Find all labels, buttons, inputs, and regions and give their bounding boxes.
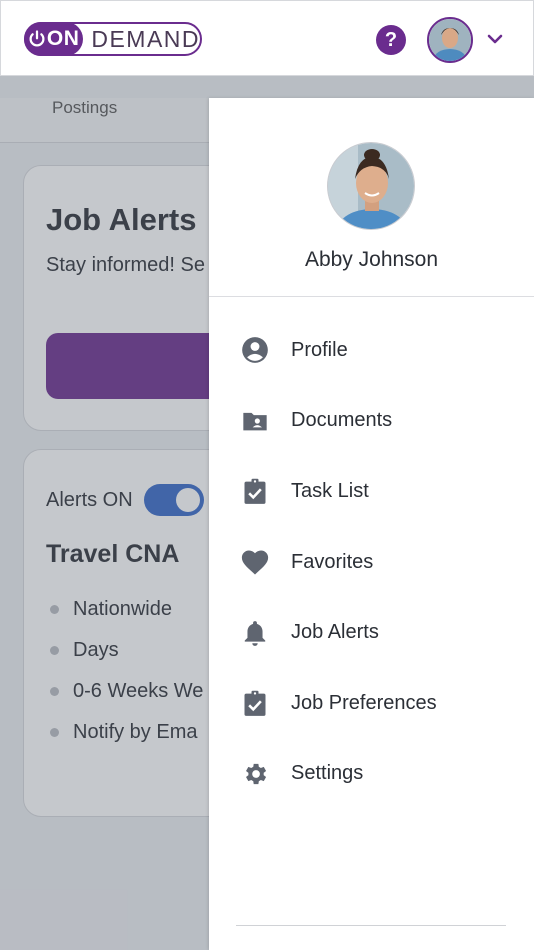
user-menu-drawer: Abby Johnson Profile Documents Task List… [209,98,534,950]
menu-item-label: Job Preferences [291,691,437,714]
logo-on-text: ON [46,27,80,50]
clipboard-check-icon [240,688,270,718]
logo-on-badge: ON [24,22,84,56]
ondemand-logo[interactable]: ON DEMAND [24,22,202,56]
help-glyph: ? [384,28,398,51]
avatar-photo-icon [328,143,414,229]
menu-item-documents[interactable]: Documents [209,386,534,457]
menu-item-job-alerts[interactable]: Job Alerts [209,597,534,668]
menu-item-job-preferences[interactable]: Job Preferences [209,668,534,739]
drawer-menu: Profile Documents Task List Favorites Jo… [209,315,534,809]
menu-item-label: Profile [291,338,348,361]
gear-icon [240,759,270,789]
menu-item-label: Task List [291,479,369,502]
menu-item-task-list[interactable]: Task List [209,456,534,527]
drawer-avatar [327,142,415,230]
clipboard-check-icon [240,476,270,506]
menu-item-favorites[interactable]: Favorites [209,527,534,598]
menu-item-settings[interactable]: Settings [209,739,534,810]
power-icon [29,30,45,47]
menu-item-label: Settings [291,762,364,785]
menu-item-profile[interactable]: Profile [209,315,534,386]
menu-item-label: Favorites [291,550,374,573]
logo-demand-text: DEMAND [91,25,200,52]
avatar-photo-icon [429,19,471,61]
chevron-down-icon[interactable] [485,29,505,49]
account-circle-icon [240,335,270,365]
heart-icon [240,547,270,577]
menu-item-label: Job Alerts [291,621,379,644]
header-avatar[interactable] [427,17,473,63]
divider [236,925,506,926]
folder-shared-icon [240,406,270,436]
divider [209,296,534,297]
bell-icon [240,618,270,648]
menu-item-label: Documents [291,409,393,432]
help-icon[interactable]: ? [376,25,406,55]
user-name: Abby Johnson [304,248,439,271]
app-header: ON DEMAND ? [0,0,534,76]
